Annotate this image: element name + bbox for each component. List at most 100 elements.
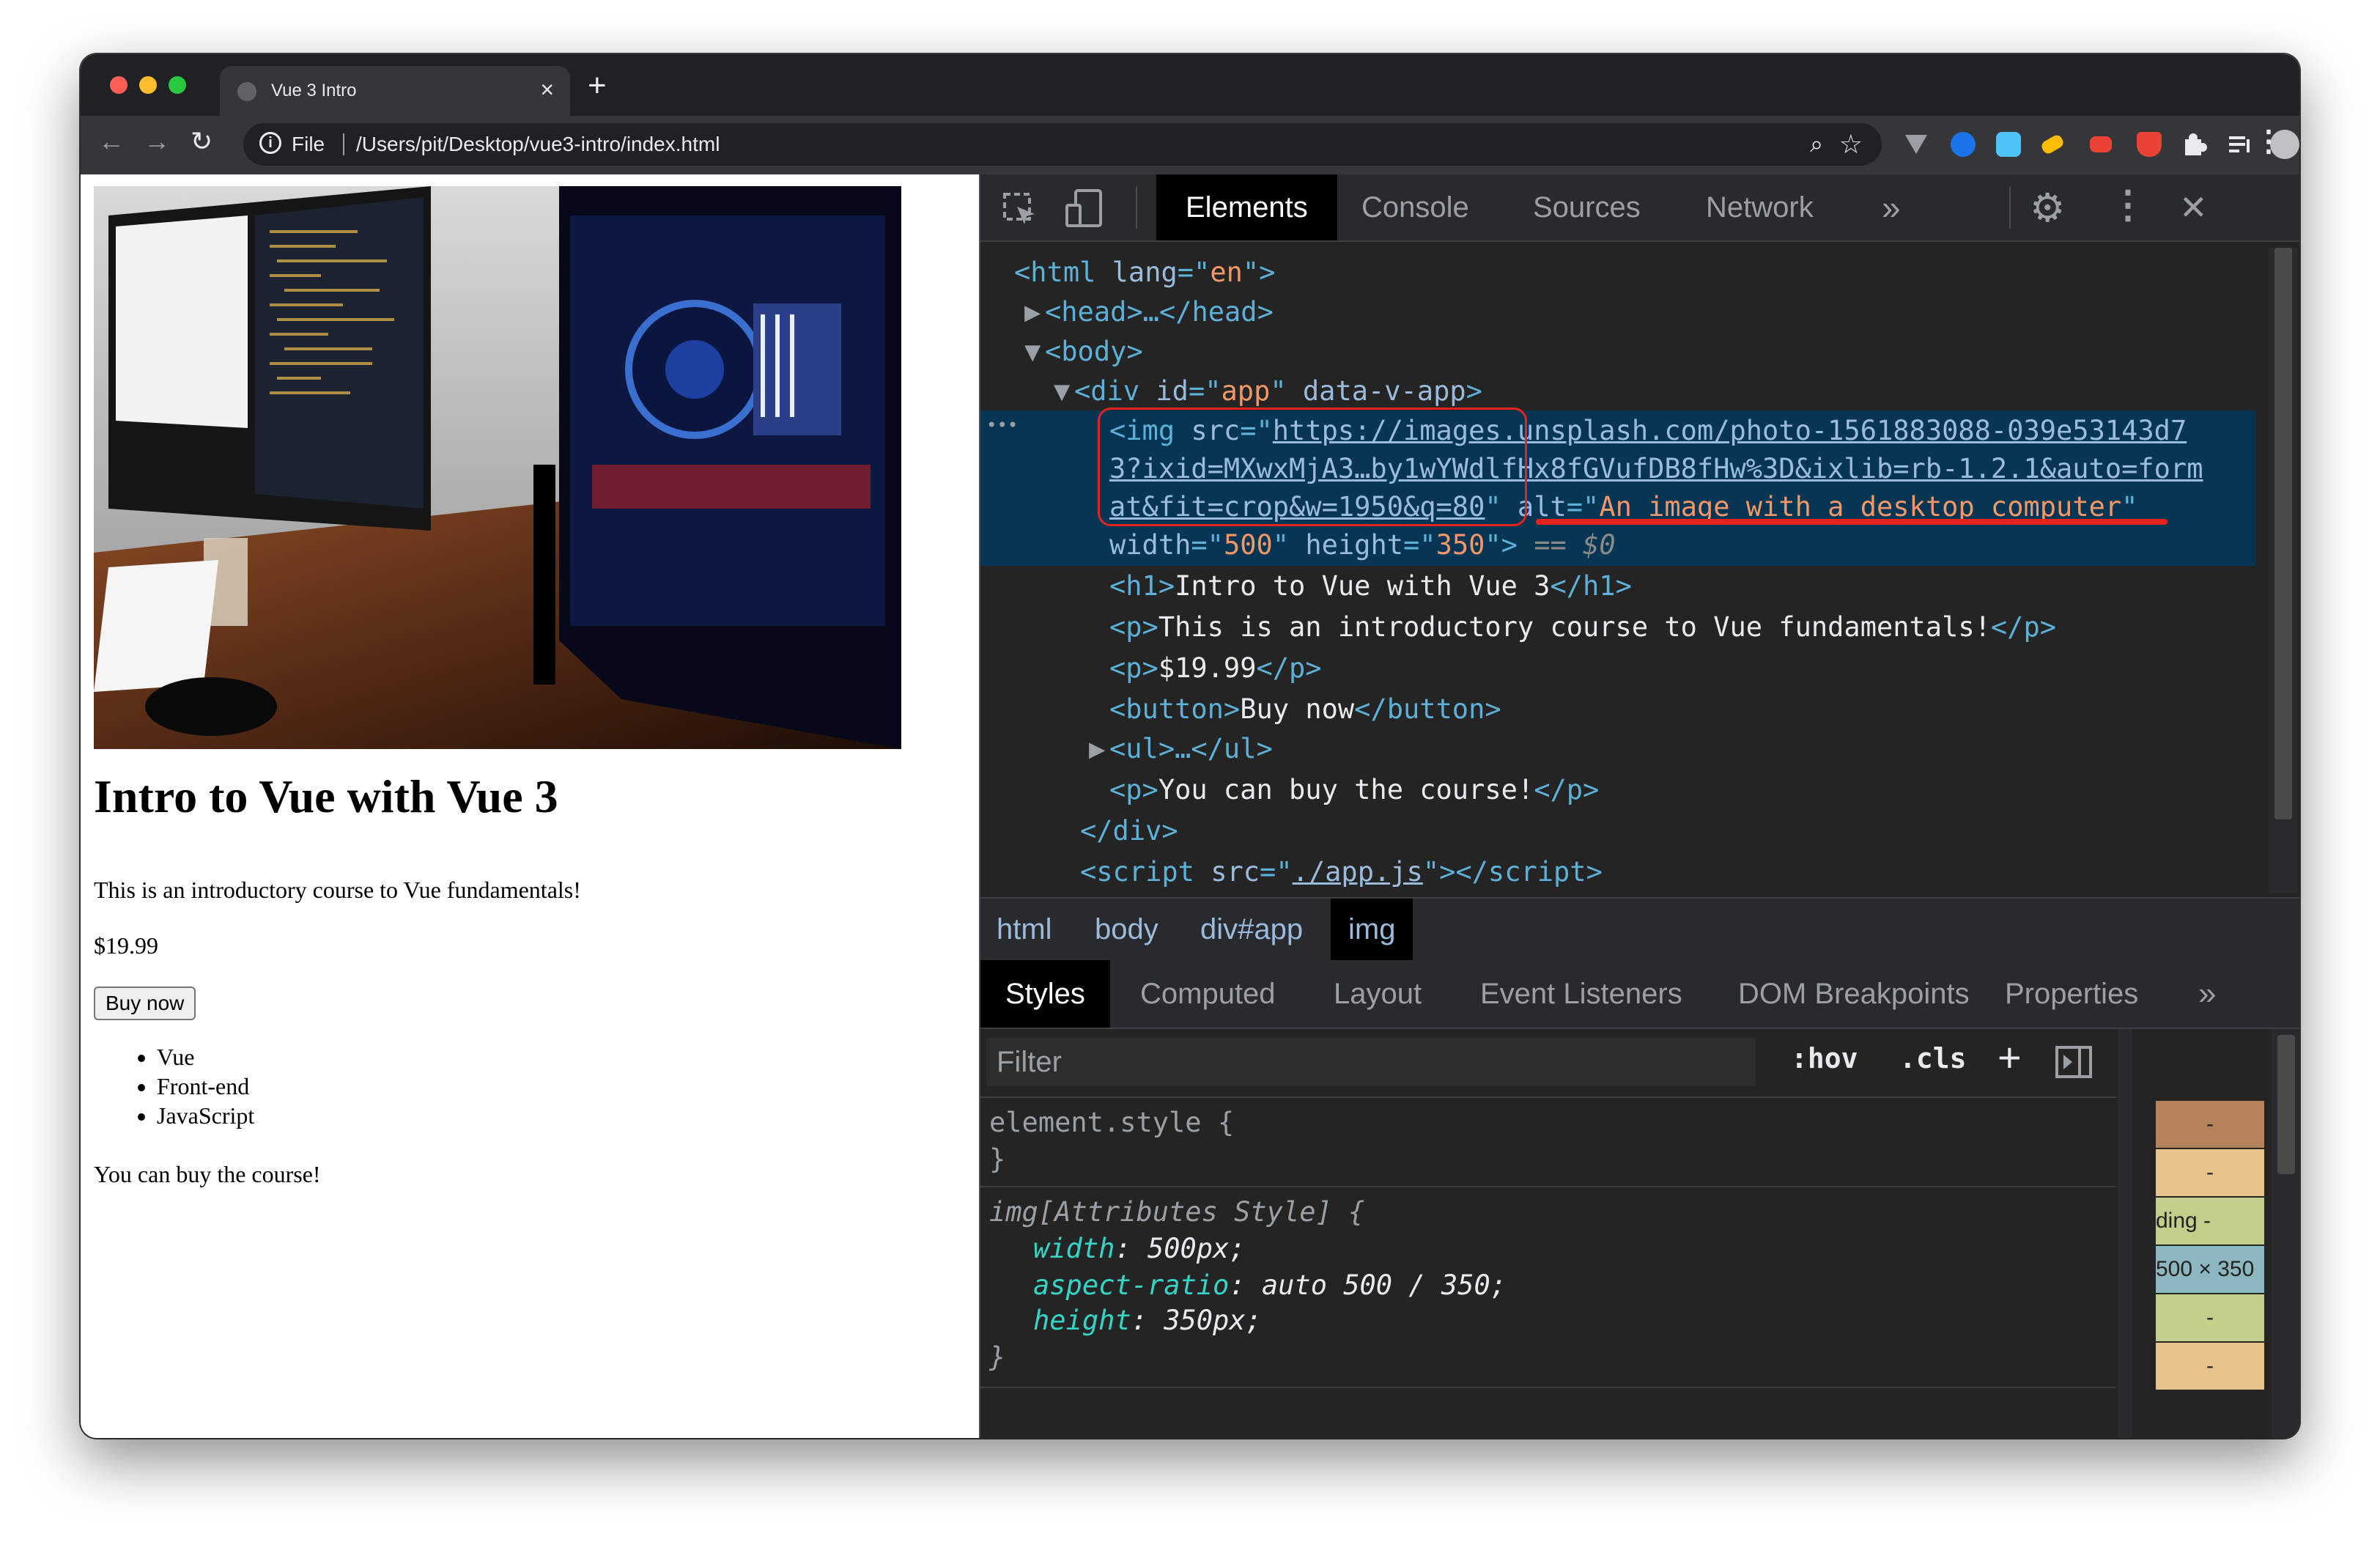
breadcrumb: html body div#app img xyxy=(980,897,2299,962)
zoom-icon[interactable]: ⌕ xyxy=(1810,130,1823,158)
style-property[interactable]: height: 350px; xyxy=(1033,1305,1262,1336)
close-devtools-icon[interactable]: ✕ xyxy=(2179,188,2208,227)
box-model-scrollbar[interactable] xyxy=(2272,1029,2299,1438)
expand-triangle-icon[interactable]: ▶ xyxy=(1024,296,1041,328)
browser-menu-icon[interactable]: ⋮ xyxy=(2254,125,2283,158)
extension-camera-icon[interactable] xyxy=(1996,132,2021,157)
inspect-element-icon[interactable] xyxy=(1002,192,1038,231)
address-divider xyxy=(343,133,344,155)
attr-value: app xyxy=(1221,375,1271,407)
hov-toggle[interactable]: :hov xyxy=(1791,1042,1858,1074)
tab-dom-breakpoints[interactable]: DOM Breakpoints xyxy=(1738,960,1970,1028)
maximize-window-button[interactable] xyxy=(169,76,186,94)
script-src-link[interactable]: ./app.js xyxy=(1293,856,1423,888)
browser-tab[interactable]: Vue 3 Intro × xyxy=(220,66,570,116)
tab-title: Vue 3 Intro xyxy=(271,81,357,100)
info-icon[interactable]: i xyxy=(259,132,281,154)
collapse-triangle-icon[interactable]: ▼ xyxy=(1024,336,1041,367)
collapse-triangle-icon[interactable]: ▼ xyxy=(1054,375,1070,407)
tab-properties[interactable]: Properties xyxy=(2005,960,2138,1028)
page-description: This is an introductory course to Vue fu… xyxy=(94,877,581,903)
dom-p-node[interactable]: <p>You can buy the course!</p> xyxy=(1109,774,1599,805)
reload-icon[interactable]: ↻ xyxy=(191,126,212,157)
expand-triangle-icon[interactable]: ▶ xyxy=(1089,733,1105,764)
dom-body-node[interactable]: <body> xyxy=(1045,336,1143,367)
list-item: JavaScript xyxy=(157,1101,254,1130)
reading-list-icon[interactable] xyxy=(2228,132,2252,157)
cls-toggle[interactable]: .cls xyxy=(1899,1042,1967,1074)
address-bar[interactable]: i File /Users/pit/Desktop/vue3-intro/ind… xyxy=(243,123,1882,166)
breadcrumb-html[interactable]: html xyxy=(997,899,1052,960)
tab-console[interactable]: Console xyxy=(1361,174,1469,240)
dom-h1-node[interactable]: <h1>Intro to Vue with Vue 3</h1> xyxy=(1109,570,1632,602)
dom-script-node[interactable]: <script src="./app.js"></script> xyxy=(1080,856,1603,888)
rule-divider xyxy=(980,1186,2116,1187)
device-toolbar-icon[interactable] xyxy=(1065,189,1104,231)
attr-value: en xyxy=(1210,257,1243,288)
tab-sources[interactable]: Sources xyxy=(1533,174,1641,240)
node-text: Buy now xyxy=(1240,693,1355,725)
tab-layout[interactable]: Layout xyxy=(1334,960,1422,1028)
dom-div-app-node[interactable]: <div id="app" data-v-app> xyxy=(1074,375,1482,407)
tab-computed[interactable]: Computed xyxy=(1140,960,1276,1028)
extension-blue-icon[interactable] xyxy=(1951,132,1976,157)
dom-html-node[interactable]: <html lang="en"> xyxy=(1014,257,1275,288)
tab-elements[interactable]: Elements xyxy=(1156,174,1337,240)
scrollbar-thumb[interactable] xyxy=(2274,248,2292,819)
dom-head-node[interactable]: <head>…</head> xyxy=(1045,296,1274,328)
close-tab-icon[interactable]: × xyxy=(540,76,554,103)
buy-now-button[interactable]: Buy now xyxy=(94,987,196,1020)
toolbar-divider xyxy=(2009,186,2011,229)
dom-div-close[interactable]: </div> xyxy=(1080,815,1178,847)
bookmark-star-icon[interactable]: ☆ xyxy=(1839,129,1863,160)
element-style-selector[interactable]: element.style { xyxy=(989,1107,1234,1138)
settings-gear-icon[interactable]: ⚙ xyxy=(2030,185,2065,231)
more-tabs-icon[interactable]: » xyxy=(1882,174,1901,240)
property-name: aspect-ratio xyxy=(1033,1269,1230,1301)
dom-button-node[interactable]: <button>Buy now</button> xyxy=(1109,693,1501,725)
box-model-panel: - - ding - 500 × 350 - - xyxy=(2134,1029,2299,1438)
extensions-puzzle-icon[interactable] xyxy=(2182,132,2207,157)
more-actions-icon[interactable]: ••• xyxy=(986,415,1018,435)
extension-screencast-icon[interactable] xyxy=(2090,136,2112,152)
vue-devtools-extension-icon[interactable] xyxy=(1904,132,1929,157)
minimize-window-button[interactable] xyxy=(139,76,157,94)
forward-arrow-icon[interactable]: → xyxy=(144,126,170,157)
node-text: $19.99 xyxy=(1158,652,1257,684)
extension-pencil-icon[interactable] xyxy=(2039,133,2066,156)
breadcrumb-div-app[interactable]: div#app xyxy=(1200,899,1303,960)
tab-network[interactable]: Network xyxy=(1706,174,1814,240)
content-box: 500 × 350 xyxy=(2156,1246,2264,1293)
url-scheme-label: File xyxy=(292,133,325,155)
more-subtabs-icon[interactable]: » xyxy=(2198,960,2216,1028)
node-text: This is an introductory course to Vue fu… xyxy=(1158,611,1991,643)
elements-scrollbar[interactable] xyxy=(2269,248,2298,893)
toggle-sidebar-icon[interactable] xyxy=(2055,1045,2093,1083)
dom-ul-node[interactable]: <ul>…</ul> xyxy=(1109,733,1273,764)
style-property[interactable]: width: 500px; xyxy=(1033,1233,1246,1264)
extension-shield-icon[interactable] xyxy=(2137,132,2162,157)
close-window-button[interactable] xyxy=(110,76,128,94)
devtools-menu-icon[interactable]: ⋮ xyxy=(2109,183,2147,227)
attr-name: id xyxy=(1156,375,1189,407)
url-text[interactable]: /Users/pit/Desktop/vue3-intro/index.html xyxy=(356,133,720,156)
new-rule-plus-icon[interactable]: + xyxy=(1998,1033,2022,1081)
breadcrumb-img[interactable]: img xyxy=(1331,899,1413,960)
style-property[interactable]: aspect-ratio: auto 500 / 350; xyxy=(1033,1269,1507,1301)
tab-event-listeners[interactable]: Event Listeners xyxy=(1480,960,1682,1028)
new-tab-button[interactable]: + xyxy=(588,67,607,104)
toolbar-divider xyxy=(1136,186,1137,229)
page-footer-text: You can buy the course! xyxy=(94,1161,321,1187)
styles-filter-input[interactable]: Filter xyxy=(986,1038,1756,1086)
breadcrumb-body[interactable]: body xyxy=(1095,899,1158,960)
img-alt-value: An image with a desktop computer xyxy=(1599,491,2122,523)
styles-scrollbar[interactable] xyxy=(2118,1029,2132,1438)
scrollbar-thumb[interactable] xyxy=(2277,1035,2295,1174)
styles-tabbar: Styles Computed Layout Event Listeners D… xyxy=(980,960,2299,1029)
tab-styles[interactable]: Styles xyxy=(980,960,1110,1028)
back-arrow-icon[interactable]: ← xyxy=(98,126,125,157)
dom-p-node[interactable]: <p>$19.99</p> xyxy=(1109,652,1322,684)
margin-box: - xyxy=(2156,1101,2264,1148)
property-value: 500px; xyxy=(1147,1233,1246,1264)
dom-p-node[interactable]: <p>This is an introductory course to Vue… xyxy=(1109,611,2056,643)
